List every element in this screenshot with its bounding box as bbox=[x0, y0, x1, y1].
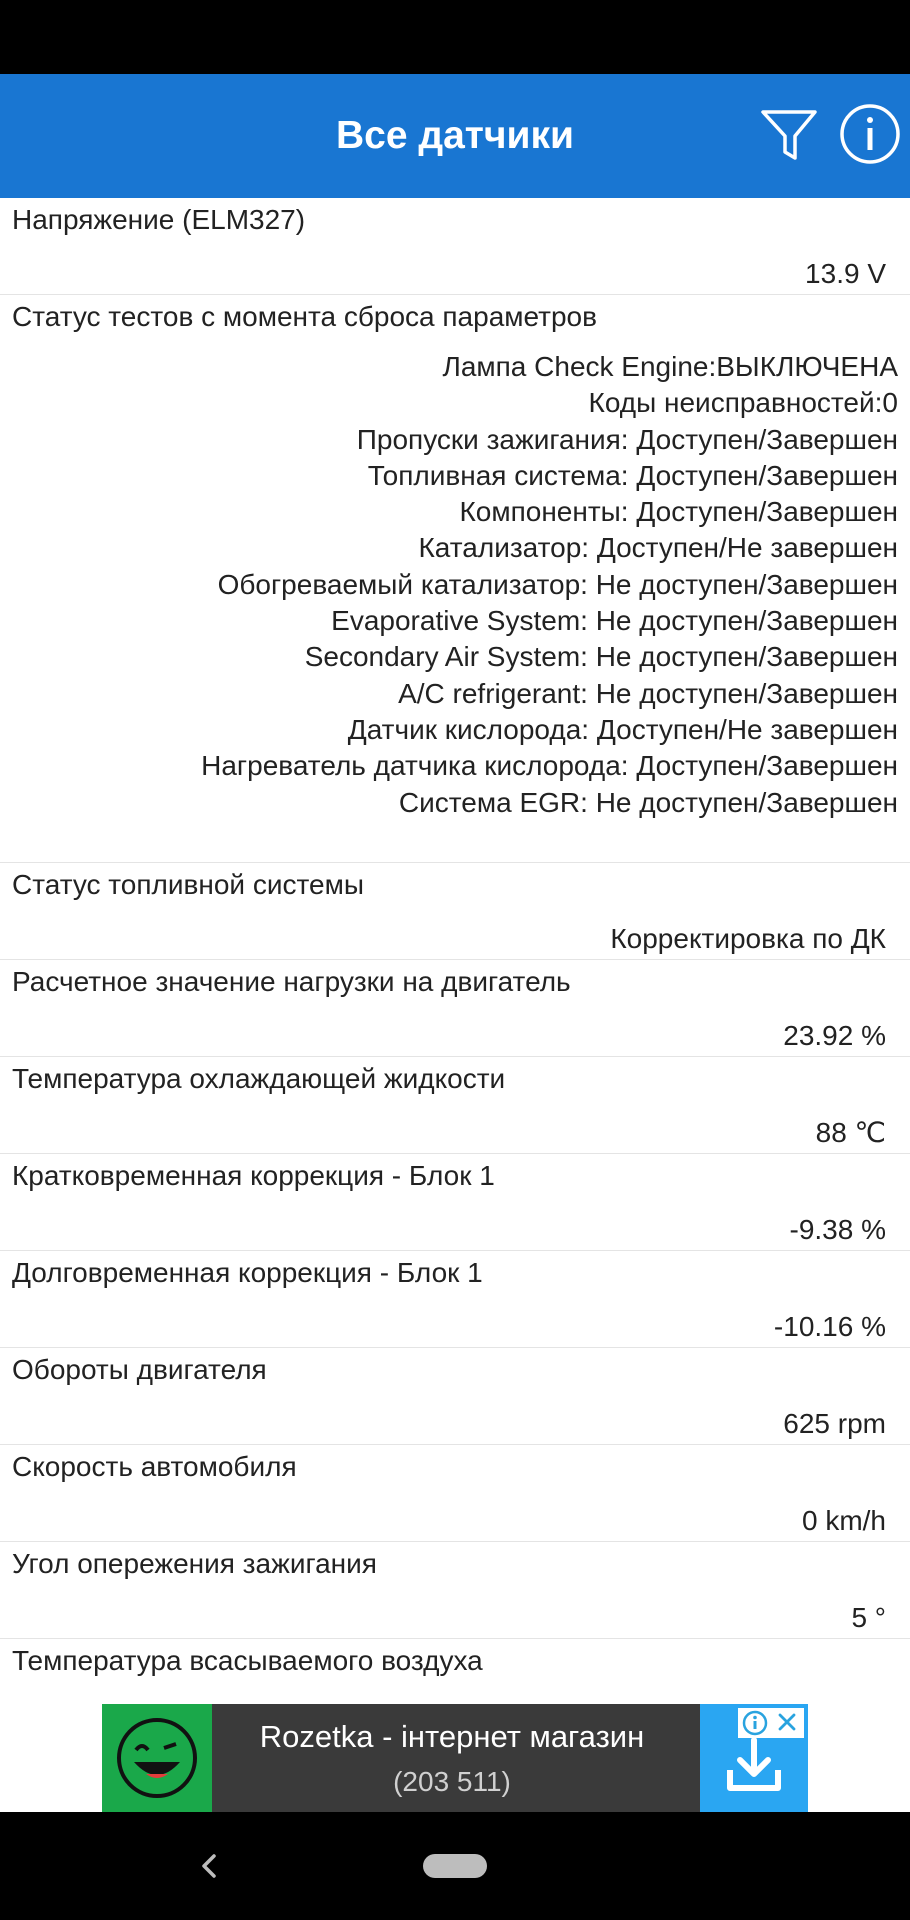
filter-icon bbox=[761, 110, 817, 160]
sensor-label: Статус топливной системы bbox=[12, 869, 364, 900]
sensor-value: 13.9 V bbox=[805, 258, 886, 289]
test-status-line: Нагреватель датчика кислорода: Доступен/… bbox=[201, 750, 898, 782]
sensor-row-tests-status[interactable]: Статус тестов с момента сброса параметро… bbox=[0, 295, 910, 863]
sensor-row[interactable]: Обороты двигателя 625 rpm bbox=[0, 1348, 910, 1445]
sensor-value: 0 km/h bbox=[801, 1505, 886, 1536]
sensor-label: Обороты двигателя bbox=[12, 1354, 267, 1385]
info-icon bbox=[840, 104, 900, 164]
sensor-value: -9.38 % bbox=[789, 1214, 887, 1245]
sensor-label: Расчетное значение нагрузки на двигатель bbox=[12, 966, 571, 997]
test-status-line: Датчик кислорода: Доступен/Не завершен bbox=[347, 713, 898, 745]
back-icon bbox=[202, 1854, 216, 1878]
test-status-line: Коды неисправностей:0 bbox=[588, 387, 898, 419]
sensor-row[interactable]: Скорость автомобиля 0 km/h bbox=[0, 1445, 910, 1542]
sensor-label: Угол опережения зажигания bbox=[12, 1548, 377, 1579]
sensor-row[interactable]: Температура охлаждающей жидкости 88 ℃ bbox=[0, 1057, 910, 1154]
sensor-label: Напряжение (ELM327) bbox=[12, 204, 306, 235]
status-bar bbox=[0, 0, 910, 74]
filter-button[interactable] bbox=[755, 102, 823, 170]
sensor-row[interactable]: Температура всасываемого воздуха bbox=[0, 1639, 910, 1704]
close-icon[interactable] bbox=[778, 1713, 796, 1731]
sensor-value: 5 ° bbox=[851, 1602, 886, 1633]
sensor-row[interactable]: Напряжение (ELM327) 13.9 V bbox=[0, 198, 910, 295]
test-status-line: Обогреваемый катализатор: Не доступен/За… bbox=[217, 568, 898, 600]
ad-title: Rozetka - інтернет магазин bbox=[259, 1719, 645, 1754]
sensor-label: Статус тестов с момента сброса параметро… bbox=[12, 301, 598, 332]
ad-controls bbox=[738, 1708, 804, 1738]
back-button[interactable] bbox=[190, 1846, 230, 1886]
sensor-row[interactable]: Угол опережения зажигания 5 ° bbox=[0, 1542, 910, 1639]
sensor-list[interactable]: Напряжение (ELM327) 13.9 V Статус тестов… bbox=[0, 198, 910, 1704]
test-status-line: Катализатор: Доступен/Не завершен bbox=[418, 532, 899, 564]
test-status-line: Evaporative System: Не доступен/Завершен bbox=[331, 605, 898, 637]
test-status-line: Компоненты: Доступен/Завершен bbox=[459, 496, 898, 528]
sensor-label: Долговременная коррекция - Блок 1 bbox=[12, 1257, 483, 1288]
system-nav-bar bbox=[0, 1812, 910, 1920]
test-status-line: Secondary Air System: Не доступен/Заверш… bbox=[304, 641, 898, 673]
info-button[interactable] bbox=[836, 100, 904, 168]
app-bar: Все датчики bbox=[0, 74, 910, 198]
test-status-line: Лампа Check Engine:ВЫКЛЮЧЕНА bbox=[442, 351, 898, 382]
adchoices-icon[interactable] bbox=[742, 1710, 768, 1736]
sensor-row[interactable]: Долговременная коррекция - Блок 1 -10.16… bbox=[0, 1251, 910, 1348]
sensor-label: Температура всасываемого воздуха bbox=[12, 1645, 483, 1676]
sensor-value: -10.16 % bbox=[773, 1311, 886, 1342]
test-status-line: Пропуски зажигания: Доступен/Завершен bbox=[356, 423, 898, 455]
sensor-label: Скорость автомобиля bbox=[12, 1451, 297, 1482]
sensor-label: Кратковременная коррекция - Блок 1 bbox=[12, 1160, 495, 1191]
sensor-value: Корректировка по ДК bbox=[610, 923, 886, 954]
sensor-value: 625 rpm bbox=[783, 1408, 886, 1439]
test-status-line: Топливная система: Доступен/Завершен bbox=[367, 459, 898, 491]
sensor-row[interactable]: Расчетное значение нагрузки на двигатель… bbox=[0, 960, 910, 1057]
test-status-line: Система EGR: Не доступен/Завершен bbox=[398, 786, 898, 818]
sensor-label: Температура охлаждающей жидкости bbox=[12, 1063, 506, 1094]
ad-banner[interactable]: Rozetka - інтернет магазин (203 511) bbox=[102, 1704, 808, 1812]
home-pill-icon[interactable] bbox=[423, 1854, 487, 1878]
rozetka-logo-icon bbox=[102, 1704, 212, 1812]
test-status-line: A/C refrigerant: Не доступен/Завершен bbox=[398, 677, 898, 709]
sensor-value: 88 ℃ bbox=[815, 1117, 886, 1148]
sensor-row[interactable]: Статус топливной системы Корректировка п… bbox=[0, 863, 910, 960]
tests-status-list: Лампа Check Engine:ВЫКЛЮЧЕНА Коды неиспр… bbox=[12, 349, 898, 821]
sensor-row[interactable]: Кратковременная коррекция - Блок 1 -9.38… bbox=[0, 1154, 910, 1251]
ad-rating-count: (203 511) bbox=[393, 1766, 511, 1797]
sensor-value: 23.92 % bbox=[783, 1020, 886, 1051]
